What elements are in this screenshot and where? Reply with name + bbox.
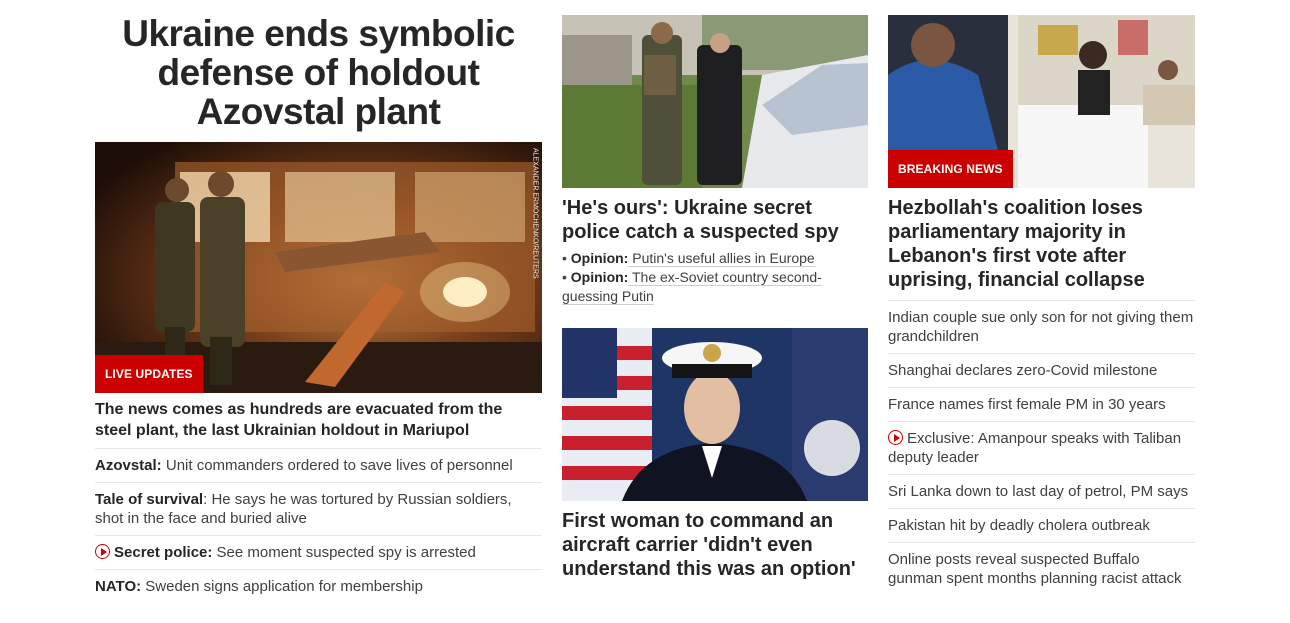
list-item[interactable]: Indian couple sue only son for not givin… <box>888 301 1195 354</box>
lead-caption-link[interactable]: The news comes as hundreds are evacuated… <box>95 399 542 449</box>
breaking-news-badge[interactable]: BREAKING NEWS <box>888 150 1013 188</box>
lead-headline[interactable]: Ukraine ends symbolic defense of holdout… <box>95 14 542 131</box>
list-item[interactable]: NATO: Sweden signs application for membe… <box>95 570 542 603</box>
lead-story-column: Ukraine ends symbolic defense of holdout… <box>95 0 542 603</box>
headline-list: Indian couple sue only son for not givin… <box>888 301 1195 595</box>
right-column: BREAKING NEWS Hezbollah's coalition lose… <box>888 0 1195 595</box>
navy-commander-image[interactable] <box>562 328 868 501</box>
lead-hero-image[interactable]: ALEXANDER ERMOCHENKO/REUTERS LIVE UPDATE… <box>95 142 542 393</box>
list-item[interactable]: Azovstal: Unit commanders ordered to sav… <box>95 449 542 483</box>
middle-column: 'He's ours': Ukraine secret police catch… <box>562 0 868 581</box>
opinion-links: • Opinion: Putin's useful allies in Euro… <box>562 249 868 306</box>
list-item[interactable]: Sri Lanka down to last day of petrol, PM… <box>888 475 1195 509</box>
opinion-link[interactable]: • Opinion: Putin's useful allies in Euro… <box>562 249 868 268</box>
list-item[interactable]: Exclusive: Amanpour speaks with Taliban … <box>888 422 1195 475</box>
play-video-icon <box>888 430 903 445</box>
list-item[interactable]: France names first female PM in 30 years <box>888 388 1195 422</box>
list-item[interactable]: Online posts reveal suspected Buffalo gu… <box>888 543 1195 595</box>
lebanon-story-headline[interactable]: Hezbollah's coalition loses parliamentar… <box>888 196 1195 301</box>
list-item[interactable]: Pakistan hit by deadly cholera outbreak <box>888 509 1195 543</box>
list-item[interactable]: Shanghai declares zero-Covid milestone <box>888 354 1195 388</box>
lebanon-vote-image[interactable]: BREAKING NEWS <box>888 15 1195 188</box>
photo-credit: ALEXANDER ERMOCHENKO/REUTERS <box>532 148 539 279</box>
spy-arrest-photo <box>562 15 868 188</box>
opinion-link[interactable]: • Opinion: The ex-Soviet country second-… <box>562 268 868 306</box>
navy-commander-photo <box>562 328 868 501</box>
list-item[interactable]: Secret police: See moment suspected spy … <box>95 536 542 570</box>
live-updates-badge[interactable]: LIVE UPDATES <box>95 355 203 393</box>
navy-story-headline[interactable]: First woman to command an aircraft carri… <box>562 509 868 581</box>
play-video-icon <box>95 544 110 559</box>
list-item[interactable]: Tale of survival: He says he was torture… <box>95 483 542 536</box>
spy-arrest-image[interactable] <box>562 15 868 188</box>
spy-story-headline[interactable]: 'He's ours': Ukraine secret police catch… <box>562 196 868 244</box>
related-links-list: Azovstal: Unit commanders ordered to sav… <box>95 449 542 603</box>
